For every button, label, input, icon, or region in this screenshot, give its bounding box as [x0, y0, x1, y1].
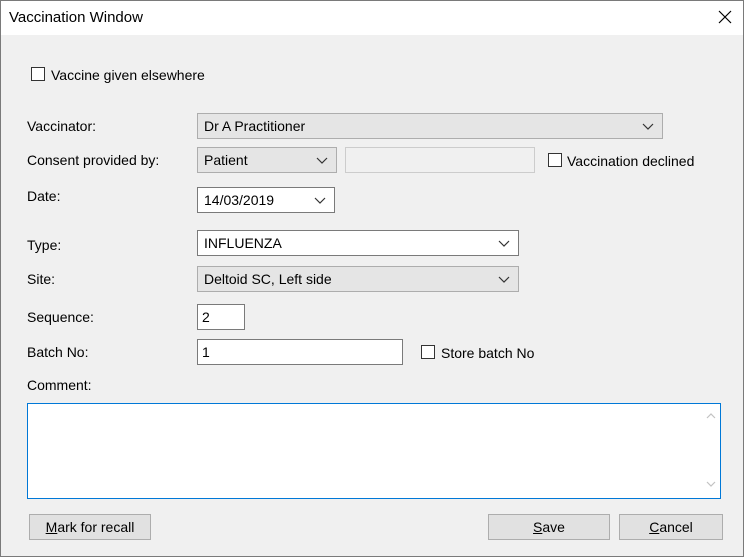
consent-label: Consent provided by: [27, 152, 160, 168]
store-batch-checkbox[interactable] [421, 345, 435, 359]
type-value: INFLUENZA [204, 235, 282, 251]
store-batch-label: Store batch No [441, 345, 535, 361]
scroll-down-icon[interactable] [705, 479, 717, 489]
consent-select[interactable]: Patient [197, 147, 337, 173]
cancel-mnemonic: C [649, 519, 660, 535]
title-bar: Vaccination Window [1, 1, 743, 35]
chevron-down-icon [314, 197, 326, 204]
vaccinator-value: Dr A Practitioner [204, 118, 306, 134]
site-label: Site: [27, 271, 56, 287]
close-button[interactable] [711, 3, 739, 31]
date-picker[interactable]: 14/03/2019 [197, 187, 335, 213]
vaccination-declined-checkbox[interactable] [548, 153, 562, 167]
chevron-down-icon [498, 240, 510, 247]
comment-label: Comment: [27, 377, 92, 393]
cancel-label: ancel [659, 519, 693, 535]
vaccination-declined-label: Vaccination declined [567, 153, 695, 169]
batch-label: Batch No: [27, 344, 89, 360]
window-title: Vaccination Window [9, 9, 143, 26]
chevron-down-icon [498, 276, 510, 283]
consent-value: Patient [204, 152, 248, 168]
given-elsewhere-label: Vaccine given elsewhere [51, 67, 205, 83]
batch-field[interactable]: 1 [197, 339, 403, 365]
recall-mnemonic: M [45, 519, 58, 535]
comment-textarea[interactable] [27, 403, 721, 499]
save-label: ave [542, 519, 565, 535]
batch-value: 1 [202, 344, 210, 360]
vaccinator-select[interactable]: Dr A Practitioner [197, 113, 663, 139]
type-select[interactable]: INFLUENZA [197, 230, 519, 256]
close-icon [718, 10, 732, 24]
sequence-label: Sequence: [27, 309, 94, 325]
recall-label: ark for recall [57, 519, 135, 535]
save-button[interactable]: Save [488, 514, 610, 540]
consent-other-field [345, 147, 535, 173]
vaccinator-label: Vaccinator: [27, 118, 96, 134]
given-elsewhere-checkbox[interactable] [31, 67, 45, 81]
site-value: Deltoid SC, Left side [204, 271, 332, 287]
chevron-down-icon [642, 123, 654, 130]
chevron-down-icon [316, 157, 328, 164]
date-label: Date: [27, 188, 61, 204]
type-label: Type: [27, 237, 62, 253]
sequence-value: 2 [202, 309, 210, 325]
cancel-button[interactable]: Cancel [619, 514, 723, 540]
save-mnemonic: S [533, 519, 543, 535]
date-value: 14/03/2019 [204, 192, 275, 208]
mark-for-recall-button[interactable]: Mark for recall [29, 514, 151, 540]
vaccination-window: Vaccination Window Vaccine given elsewhe… [0, 0, 744, 557]
comment-scrollbar[interactable] [703, 405, 719, 497]
sequence-field[interactable]: 2 [197, 304, 245, 330]
site-select[interactable]: Deltoid SC, Left side [197, 266, 519, 292]
scroll-up-icon[interactable] [705, 411, 717, 421]
